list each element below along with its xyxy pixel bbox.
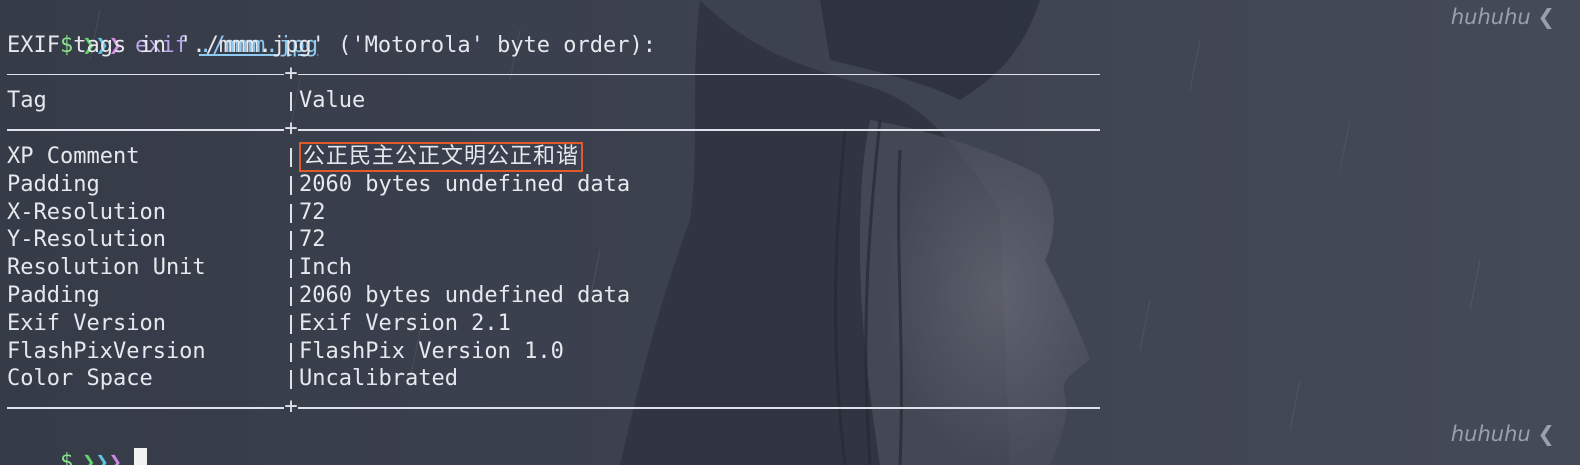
column-divider bbox=[290, 370, 292, 390]
column-divider bbox=[290, 286, 292, 306]
column-header-tag: Tag bbox=[7, 88, 47, 114]
text-cursor[interactable] bbox=[133, 447, 147, 465]
row-value: Inch bbox=[299, 255, 352, 281]
column-header-value: Value bbox=[299, 88, 366, 114]
column-divider bbox=[290, 92, 292, 112]
row-tag: Padding bbox=[7, 171, 100, 197]
row-value: Uncalibrated bbox=[299, 366, 458, 392]
row-tag: Exif Version bbox=[7, 310, 166, 336]
column-divider bbox=[290, 175, 292, 195]
prompt-dollar: $ bbox=[59, 449, 74, 465]
row-value: 72 bbox=[299, 227, 326, 253]
row-tag: Resolution Unit bbox=[7, 255, 206, 281]
row-value: 72 bbox=[299, 199, 326, 225]
row-value: Exif Version 2.1 bbox=[299, 310, 511, 336]
column-divider bbox=[290, 314, 292, 334]
row-tag: FlashPixVersion bbox=[7, 338, 206, 364]
row-value: 2060 bytes undefined data bbox=[299, 171, 631, 197]
table-separator: + bbox=[7, 115, 1573, 143]
table-row: Exif Version Exif Version 2.1 bbox=[7, 310, 1573, 338]
table-row: Color Space Uncalibrated bbox=[7, 365, 1573, 393]
table-row: Padding 2060 bytes undefined data bbox=[7, 171, 1573, 199]
table-row: Resolution Unit Inch bbox=[7, 254, 1573, 282]
command-prompt-line: $ ❯❯❯ exif ./mmm.jpg huhuhu ❮ bbox=[7, 4, 1573, 58]
command-prompt-line[interactable]: $ ❯❯❯ huhuhu ❮ bbox=[7, 421, 1573, 465]
row-tag: Padding bbox=[7, 282, 100, 308]
table-row: Y-Resolution 72 bbox=[7, 226, 1573, 254]
column-divider bbox=[290, 203, 292, 223]
terminal-output[interactable]: $ ❯❯❯ exif ./mmm.jpg huhuhu ❮ EXIF tags in … bbox=[7, 4, 1573, 465]
table-row: Padding 2060 bytes undefined data bbox=[7, 282, 1573, 310]
highlighted-value-box: 公正民主公正文明公正和谐 bbox=[299, 141, 584, 172]
row-tag: XP Comment bbox=[7, 143, 140, 169]
row-tag: Color Space bbox=[7, 366, 153, 392]
row-value: FlashPix Version 1.0 bbox=[299, 338, 564, 364]
table-separator: + bbox=[7, 60, 1573, 88]
table-row: X-Resolution 72 bbox=[7, 199, 1573, 227]
exif-header-line: EXIF tags in './mmm.jpg' ('Motorola' byt… bbox=[7, 32, 657, 58]
column-divider bbox=[290, 147, 292, 167]
row-value: 2060 bytes undefined data bbox=[299, 282, 631, 308]
table-row: FlashPixVersion FlashPix Version 1.0 bbox=[7, 338, 1573, 366]
table-header-row: Tag Value bbox=[7, 87, 1573, 115]
column-divider bbox=[290, 231, 292, 251]
right-prompt-label: huhuhu ❮ bbox=[1450, 5, 1555, 29]
row-tag: Y-Resolution bbox=[7, 227, 166, 253]
table-row: XP Comment 公正民主公正文明公正和谐 bbox=[7, 141, 1573, 172]
table-separator: + bbox=[7, 393, 1573, 421]
column-divider bbox=[290, 342, 292, 362]
row-value: 公正民主公正文明公正和谐 bbox=[299, 141, 584, 172]
right-prompt-label: huhuhu ❮ bbox=[1450, 421, 1555, 446]
row-tag: X-Resolution bbox=[7, 199, 166, 225]
column-divider bbox=[290, 259, 292, 279]
prompt-arrows-icon: ❯❯❯ bbox=[82, 449, 122, 465]
